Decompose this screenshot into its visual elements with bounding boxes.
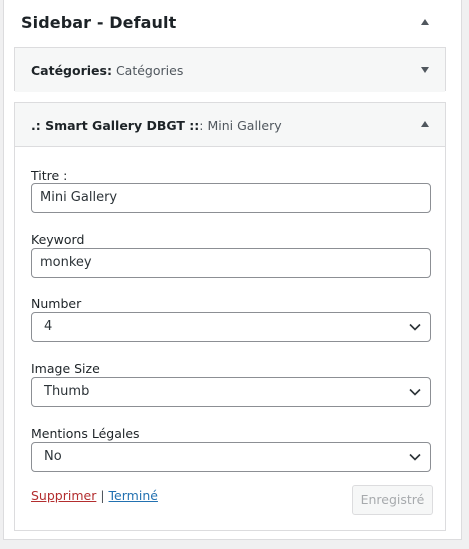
image-size-select-value: Thumb xyxy=(44,384,90,399)
number-select-value: 4 xyxy=(44,319,53,334)
title-label: Titre : xyxy=(31,168,68,183)
widget-gallery-title: .: Smart Gallery DBGT ::: Mini Gallery xyxy=(31,118,282,133)
mentions-select-value: No xyxy=(44,449,62,464)
chevron-down-icon xyxy=(409,453,421,461)
mentions-label: Mentions Légales xyxy=(31,426,140,441)
sidebar-panel: Sidebar - Default Catégories: Catégories… xyxy=(3,0,462,540)
image-size-label: Image Size xyxy=(31,361,100,376)
widget-smart-gallery: .: Smart Gallery DBGT ::: Mini Gallery T… xyxy=(14,102,446,531)
sidebar-title: Sidebar - Default xyxy=(21,13,177,32)
widget-gallery-name: .: Smart Gallery DBGT :: xyxy=(31,118,200,133)
widget-control-actions: Supprimer | Terminé xyxy=(31,488,158,503)
widget-categories-header[interactable]: Catégories: Catégories xyxy=(15,48,445,92)
number-label: Number xyxy=(31,296,82,311)
mentions-select[interactable]: No xyxy=(31,442,431,472)
widget-categories: Catégories: Catégories xyxy=(14,47,446,92)
widget-gallery-in-title: : Mini Gallery xyxy=(199,118,282,133)
delete-link[interactable]: Supprimer xyxy=(31,488,96,503)
sidebar-header[interactable]: Sidebar - Default xyxy=(4,0,461,46)
save-button[interactable]: Enregistré xyxy=(352,485,433,515)
collapse-arrow-icon[interactable] xyxy=(421,121,429,127)
widget-gallery-header[interactable]: .: Smart Gallery DBGT ::: Mini Gallery xyxy=(15,103,445,147)
chevron-down-icon xyxy=(409,323,421,331)
keyword-label: Keyword xyxy=(31,232,85,247)
number-select[interactable]: 4 xyxy=(31,312,431,342)
widget-categories-name: Catégories: xyxy=(31,63,112,78)
image-size-select[interactable]: Thumb xyxy=(31,377,431,407)
done-link[interactable]: Terminé xyxy=(109,488,158,503)
title-input[interactable]: Mini Gallery xyxy=(31,183,431,213)
keyword-input[interactable]: monkey xyxy=(31,248,431,278)
expand-arrow-icon[interactable] xyxy=(421,67,429,73)
widget-categories-in-title: Catégories xyxy=(115,63,184,78)
action-separator: | xyxy=(100,488,105,503)
collapse-arrow-icon[interactable] xyxy=(421,19,429,25)
chevron-down-icon xyxy=(409,388,421,396)
widget-categories-title: Catégories: Catégories xyxy=(31,63,183,78)
